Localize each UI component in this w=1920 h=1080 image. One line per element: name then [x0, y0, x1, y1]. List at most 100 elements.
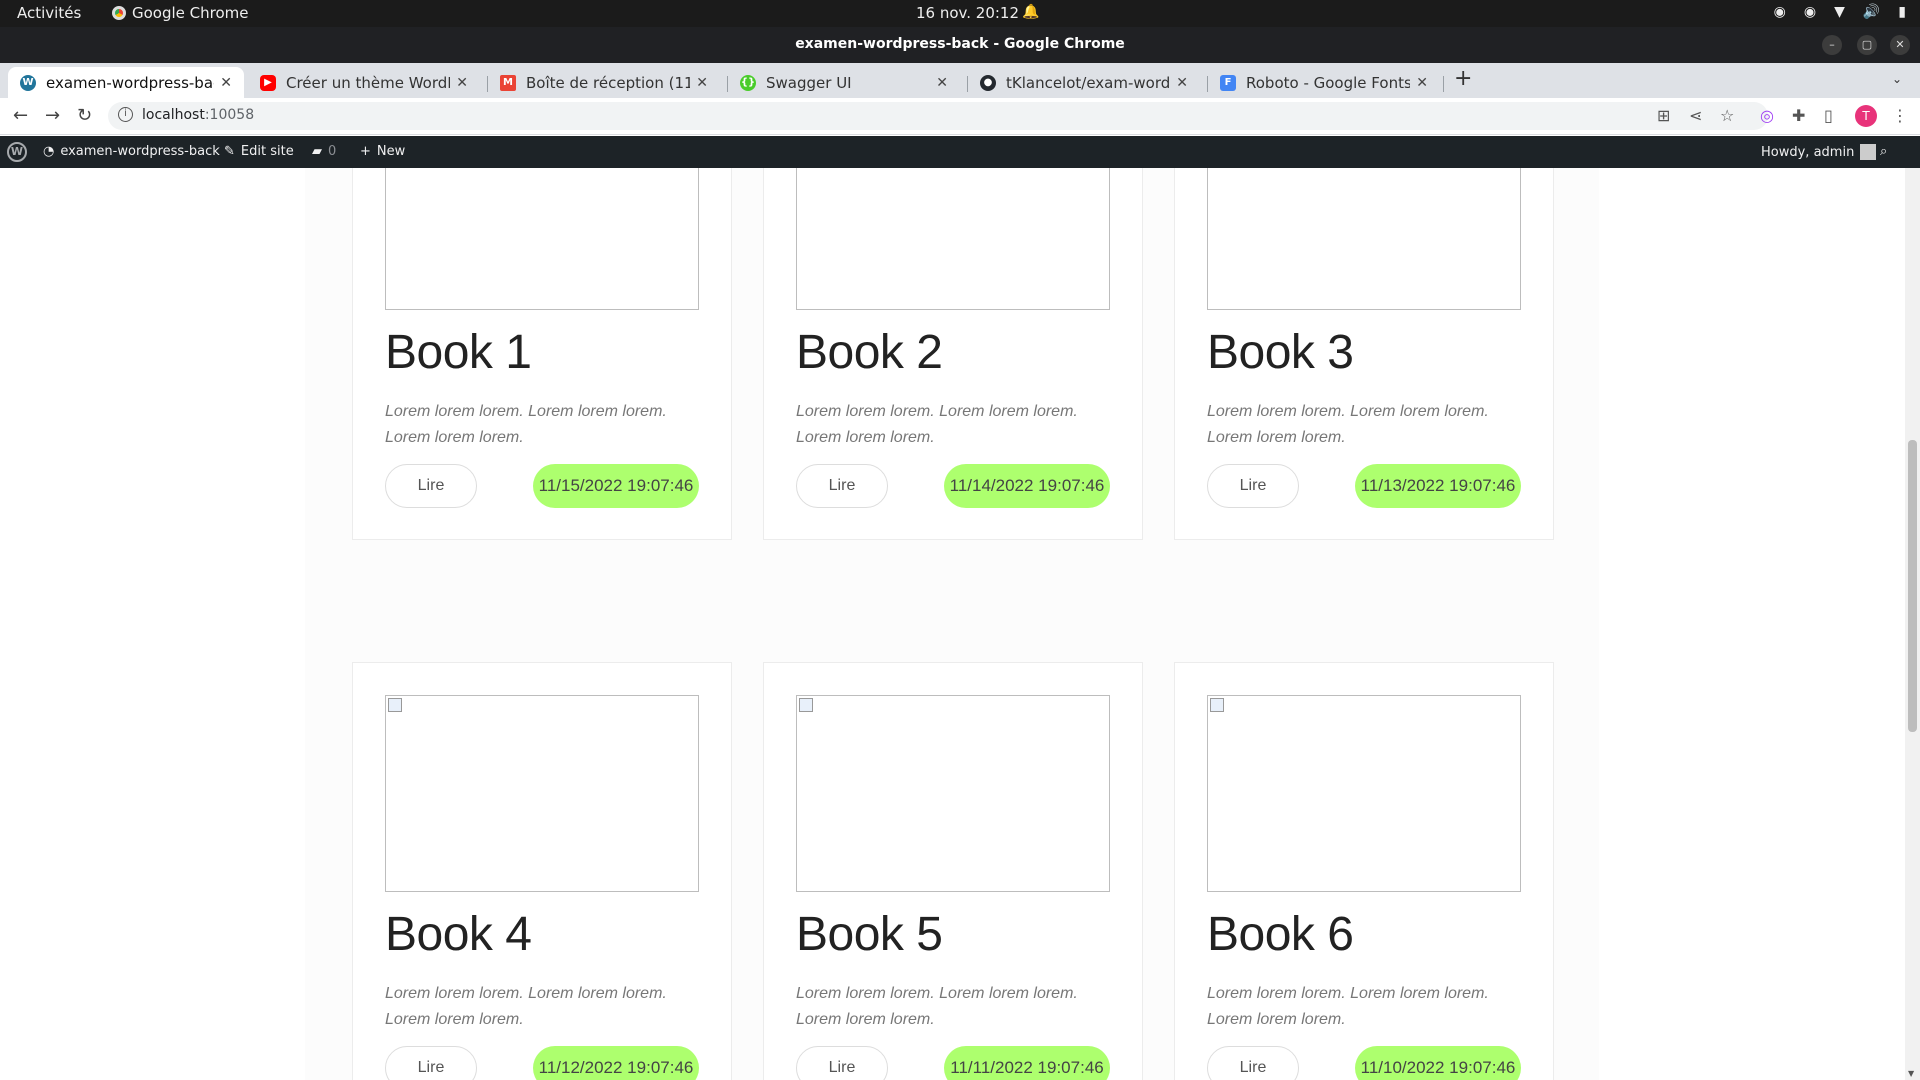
discord-icon[interactable]: ◉: [1774, 4, 1786, 20]
search-icon[interactable]: ⌕: [1880, 144, 1887, 159]
tab-close-icon[interactable]: ✕: [696, 75, 708, 91]
browser-toolbar: ← → ↻ i localhost:10058: [0, 98, 1920, 135]
tab-creer-theme[interactable]: ▶ Créer un thème WordPress ✕: [248, 67, 480, 98]
book-excerpt: Lorem lorem lorem. Lorem lorem lorem. Lo…: [1207, 403, 1489, 446]
wifi-icon: ▼: [1834, 4, 1845, 20]
tab-strip: W examen-wordpress-back ✕ ▶ Créer un thè…: [0, 63, 1920, 98]
comment-icon: ▰: [312, 144, 322, 159]
address-bar[interactable]: i localhost:10058: [108, 102, 1768, 130]
notification-bell-icon: 🔔: [1022, 4, 1040, 20]
swagger-icon: {}: [740, 74, 756, 91]
tab-close-icon[interactable]: ✕: [1416, 75, 1428, 91]
system-top-bar: Activités Google Chrome 16 nov. 20:12 🔔 …: [0, 0, 1920, 27]
new-tab-button[interactable]: +: [1454, 66, 1472, 91]
tab-close-icon[interactable]: ✕: [936, 75, 948, 91]
youtube-icon: ▶: [260, 74, 276, 91]
share-icon[interactable]: ⋖: [1689, 106, 1702, 125]
page-scrollbar[interactable]: ▼: [1905, 168, 1920, 1080]
site-name-link[interactable]: ◔ examen-wordpress-back: [43, 144, 220, 159]
wordpress-icon: W: [20, 74, 36, 91]
book-title[interactable]: Book 5: [796, 907, 943, 962]
wp-logo-menu[interactable]: W: [7, 142, 27, 162]
broken-image-icon: [1210, 698, 1224, 712]
read-button[interactable]: Lire: [385, 1046, 477, 1080]
broken-image-icon: [388, 698, 402, 712]
wordpress-logo-icon: W: [7, 142, 27, 162]
activities-button[interactable]: Activités: [17, 4, 81, 22]
book-excerpt: Lorem lorem lorem. Lorem lorem lorem. Lo…: [385, 985, 667, 1028]
github-icon: ●: [980, 74, 996, 91]
broken-image-icon: [799, 698, 813, 712]
date-badge: 11/11/2022 19:07:46: [944, 1046, 1110, 1080]
book-excerpt: Lorem lorem lorem. Lorem lorem lorem. Lo…: [796, 403, 1078, 446]
dashboard-icon: ◔: [43, 144, 55, 159]
book-excerpt: Lorem lorem lorem. Lorem lorem lorem. Lo…: [1207, 985, 1489, 1028]
edit-site-link[interactable]: ✎ Edit site: [224, 144, 294, 159]
tab-close-icon[interactable]: ✕: [220, 75, 232, 91]
scrollbar-thumb[interactable]: [1908, 440, 1917, 732]
tab-google-fonts[interactable]: F Roboto - Google Fonts ✕: [1208, 67, 1440, 98]
book-thumbnail: [1207, 695, 1521, 892]
book-title[interactable]: Book 4: [385, 907, 532, 962]
book-card: Book 3 Lorem lorem lorem. Lorem lorem lo…: [1174, 168, 1554, 540]
read-button[interactable]: Lire: [1207, 1046, 1299, 1080]
tab-close-icon[interactable]: ✕: [456, 75, 468, 91]
url-text[interactable]: localhost:10058: [142, 107, 254, 123]
chrome-icon: [112, 6, 126, 20]
read-button[interactable]: Lire: [385, 464, 477, 508]
book-excerpt: Lorem lorem lorem. Lorem lorem lorem. Lo…: [385, 403, 667, 446]
translate-icon[interactable]: ⊞: [1657, 106, 1670, 125]
book-title[interactable]: Book 6: [1207, 907, 1354, 962]
tab-github[interactable]: ● tKlancelot/exam-wordpress ✕: [968, 67, 1200, 98]
page-content: Book 1 Lorem lorem lorem. Lorem lorem lo…: [0, 168, 1905, 1080]
window-title-bar: examen-wordpress-back - Google Chrome – …: [0, 27, 1920, 63]
system-tray[interactable]: ◉ ◉ ▼ 🔊 ▮: [1774, 4, 1906, 20]
forward-arrow-icon[interactable]: →: [45, 105, 60, 126]
book-thumbnail: [385, 168, 699, 310]
profile-avatar[interactable]: T: [1855, 105, 1877, 127]
tab-gmail[interactable]: M Boîte de réception (118) - ✕: [488, 67, 720, 98]
book-card: Book 1 Lorem lorem lorem. Lorem lorem lo…: [352, 168, 732, 540]
maximize-icon[interactable]: ▢: [1857, 35, 1877, 55]
comments-link[interactable]: ▰ 0: [312, 144, 336, 159]
reload-icon[interactable]: ↻: [77, 105, 92, 126]
book-title[interactable]: Book 1: [385, 325, 532, 380]
books-grid: Book 1 Lorem lorem lorem. Lorem lorem lo…: [305, 168, 1599, 1080]
app-menu[interactable]: Google Chrome: [112, 4, 249, 22]
read-button[interactable]: Lire: [1207, 464, 1299, 508]
book-title[interactable]: Book 3: [1207, 325, 1354, 380]
discord-icon[interactable]: ◉: [1804, 4, 1816, 20]
book-thumbnail: [1207, 168, 1521, 310]
volume-icon: 🔊: [1862, 4, 1881, 20]
menu-kebab-icon[interactable]: ⋮: [1892, 106, 1908, 125]
app-name: Google Chrome: [132, 4, 249, 22]
tab-swagger[interactable]: {} Swagger UI ✕: [728, 67, 960, 98]
extension-icon[interactable]: ◎: [1760, 106, 1774, 125]
account-menu[interactable]: Howdy, admin: [1761, 144, 1877, 160]
book-card: Book 2 Lorem lorem lorem. Lorem lorem lo…: [763, 168, 1143, 540]
extensions-puzzle-icon[interactable]: ✚: [1792, 106, 1805, 125]
tab-examen-wordpress-back[interactable]: W examen-wordpress-back ✕: [8, 67, 244, 98]
wp-admin-bar: W ◔ examen-wordpress-back ✎ Edit site ▰ …: [0, 136, 1920, 168]
minimize-icon[interactable]: –: [1822, 35, 1842, 55]
new-content-link[interactable]: + New: [360, 144, 405, 159]
book-title[interactable]: Book 2: [796, 325, 943, 380]
read-button[interactable]: Lire: [796, 464, 888, 508]
clock[interactable]: 16 nov. 20:12: [916, 4, 1019, 22]
read-button[interactable]: Lire: [796, 1046, 888, 1080]
tab-search-chevron-icon[interactable]: ⌄: [1892, 72, 1902, 86]
window-title: examen-wordpress-back - Google Chrome: [795, 36, 1125, 52]
book-thumbnail: [385, 695, 699, 892]
back-arrow-icon[interactable]: ←: [13, 105, 28, 126]
tab-close-icon[interactable]: ✕: [1176, 75, 1188, 91]
date-badge: 11/13/2022 19:07:46: [1355, 464, 1521, 508]
close-icon[interactable]: ✕: [1890, 35, 1910, 55]
avatar: [1860, 144, 1877, 160]
side-panel-icon[interactable]: ▯: [1824, 106, 1833, 125]
date-badge: 11/10/2022 19:07:46: [1355, 1046, 1521, 1080]
site-info-icon[interactable]: i: [118, 107, 133, 122]
date-badge: 11/15/2022 19:07:46: [533, 464, 699, 508]
book-card: Book 5 Lorem lorem lorem. Lorem lorem lo…: [763, 662, 1143, 1080]
bookmark-star-icon[interactable]: ☆: [1720, 106, 1734, 125]
scroll-down-arrow-icon[interactable]: ▼: [1908, 1069, 1914, 1078]
